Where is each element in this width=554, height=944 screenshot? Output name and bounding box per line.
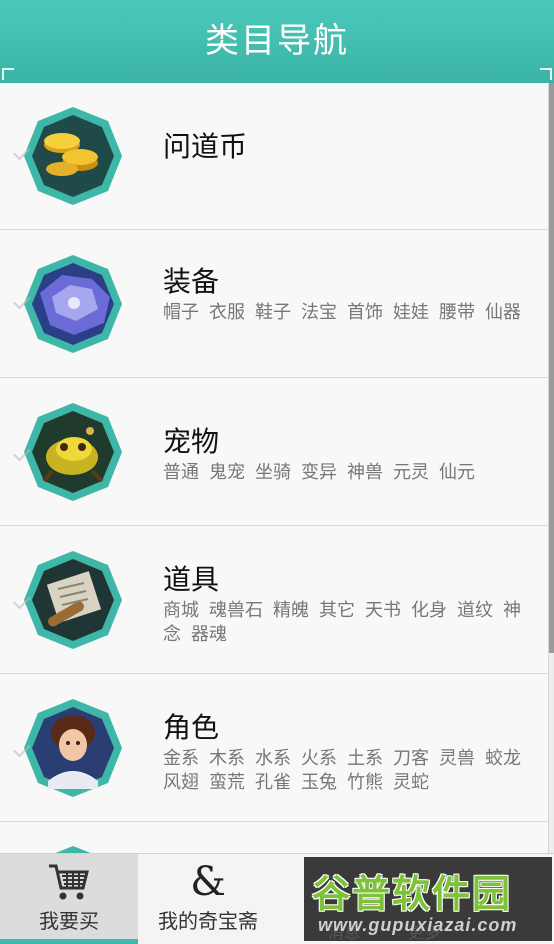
- category-item-equipment[interactable]: 装备 帽子 衣服 鞋子 法宝 首饰 娃娃 腰带 仙器: [0, 230, 548, 378]
- subcategory-link[interactable]: 其它: [319, 600, 355, 620]
- tab-buy[interactable]: 我要买: [0, 854, 138, 944]
- subcategory-list: 商城 魂兽石 精魄 其它 天书 化身 道纹 神念 器魂: [163, 598, 539, 646]
- active-tab-indicator: [0, 939, 138, 944]
- subcategory-link[interactable]: 仙元: [439, 462, 475, 482]
- category-icon: [22, 844, 124, 853]
- subcategory-list: 帽子 衣服 鞋子 法宝 首饰 娃娃 腰带 仙器: [163, 300, 539, 324]
- armor-icon: [22, 253, 124, 355]
- subcategory-link[interactable]: 衣服: [209, 302, 245, 322]
- subcategory-link[interactable]: 元灵: [393, 462, 429, 482]
- category-title: 宠物: [163, 426, 220, 457]
- subcategory-link[interactable]: 水系: [255, 748, 291, 768]
- watermark-logo: 消息 更多 谷普软件园 www.gupuxiazai.com: [304, 857, 552, 941]
- category-item-coins[interactable]: 问道币: [0, 83, 548, 230]
- subcategory-link[interactable]: 商城: [163, 600, 199, 620]
- category-item-props[interactable]: 道具 商城 魂兽石 精魄 其它 天书 化身 道纹 神念 器魂: [0, 526, 548, 674]
- ampersand-icon: &: [190, 859, 226, 905]
- subcategory-link[interactable]: 娃娃: [393, 302, 429, 322]
- subcategory-link[interactable]: 孔雀: [255, 772, 291, 792]
- category-title: 问道币: [163, 131, 248, 162]
- tab-label: 我要买: [39, 911, 99, 933]
- subcategory-link[interactable]: 火系: [301, 748, 337, 768]
- subcategory-link[interactable]: 灵兽: [439, 748, 475, 768]
- cart-icon: [47, 862, 91, 907]
- subcategory-link[interactable]: 仙器: [485, 302, 521, 322]
- subcategory-link[interactable]: 鬼宠: [209, 462, 245, 482]
- page-title: 类目导航: [205, 22, 349, 60]
- subcategory-link[interactable]: 神兽: [347, 462, 383, 482]
- subcategory-link[interactable]: 金系: [163, 748, 199, 768]
- subcategory-list: 普通 鬼宠 坐骑 变异 神兽 元灵 仙元: [163, 460, 539, 484]
- category-item-pet[interactable]: 宠物 普通 鬼宠 坐骑 变异 神兽 元灵 仙元: [0, 378, 548, 526]
- subcategory-link[interactable]: 鞋子: [255, 302, 291, 322]
- header-bar: 类目导航: [0, 0, 554, 83]
- category-list[interactable]: 问道币 装备 帽子 衣服 鞋子 法宝 首饰 娃娃 腰带 仙器 宠物 普通 鬼宠 …: [0, 83, 549, 853]
- subcategory-link[interactable]: 蛟龙: [485, 748, 521, 768]
- subcategory-link[interactable]: 竹熊: [347, 772, 383, 792]
- watermark-url: www.gupuxiazai.com: [318, 915, 518, 935]
- tab-label: 我的奇宝斋: [158, 911, 258, 933]
- tab-my-treasure[interactable]: & 我的奇宝斋: [138, 854, 278, 942]
- subcategory-list: 金系 木系 水系 火系 土系 刀客 灵兽 蛟龙风翅 蛮荒 孔雀 玉兔 竹熊 灵蛇: [163, 746, 539, 794]
- corner-ornament-right: [540, 68, 552, 80]
- subcategory-link[interactable]: 刀客: [393, 748, 429, 768]
- gold-coins-icon: [22, 105, 124, 207]
- subcategory-link[interactable]: 蛮荒: [209, 772, 245, 792]
- category-item-character[interactable]: 角色 金系 木系 水系 火系 土系 刀客 灵兽 蛟龙风翅 蛮荒 孔雀 玉兔 竹熊 灵蛇: [0, 674, 548, 822]
- subcategory-link[interactable]: 法宝: [301, 302, 337, 322]
- pet-icon: [22, 401, 124, 503]
- subcategory-link[interactable]: 首饰: [347, 302, 383, 322]
- scroll-icon: [22, 549, 124, 651]
- category-title: 角色: [163, 712, 220, 743]
- subcategory-link[interactable]: 土系: [347, 748, 383, 768]
- subcategory-link[interactable]: 魂兽石: [209, 600, 263, 620]
- subcategory-link[interactable]: 玉兔: [301, 772, 337, 792]
- category-title: 道具: [163, 564, 220, 595]
- subcategory-link[interactable]: 腰带: [439, 302, 475, 322]
- subcategory-link[interactable]: 精魄: [273, 600, 309, 620]
- subcategory-link[interactable]: 木系: [209, 748, 245, 768]
- subcategory-link[interactable]: 化身: [411, 600, 447, 620]
- subcategory-link[interactable]: 变异: [301, 462, 337, 482]
- corner-ornament-left: [2, 68, 14, 80]
- subcategory-link[interactable]: 器魂: [191, 624, 227, 644]
- scrollbar[interactable]: [549, 83, 554, 653]
- category-title: 装备: [163, 266, 220, 297]
- subcategory-link[interactable]: 普通: [163, 462, 199, 482]
- subcategory-link[interactable]: 灵蛇: [393, 772, 429, 792]
- subcategory-link[interactable]: 帽子: [163, 302, 199, 322]
- category-item-partial[interactable]: [0, 822, 548, 853]
- subcategory-link[interactable]: 风翅: [163, 772, 199, 792]
- subcategory-link[interactable]: 坐骑: [255, 462, 291, 482]
- subcategory-link[interactable]: 天书: [365, 600, 401, 620]
- watermark-name: 谷普软件园: [312, 874, 513, 916]
- character-icon: [22, 697, 124, 799]
- subcategory-link[interactable]: 道纹: [457, 600, 493, 620]
